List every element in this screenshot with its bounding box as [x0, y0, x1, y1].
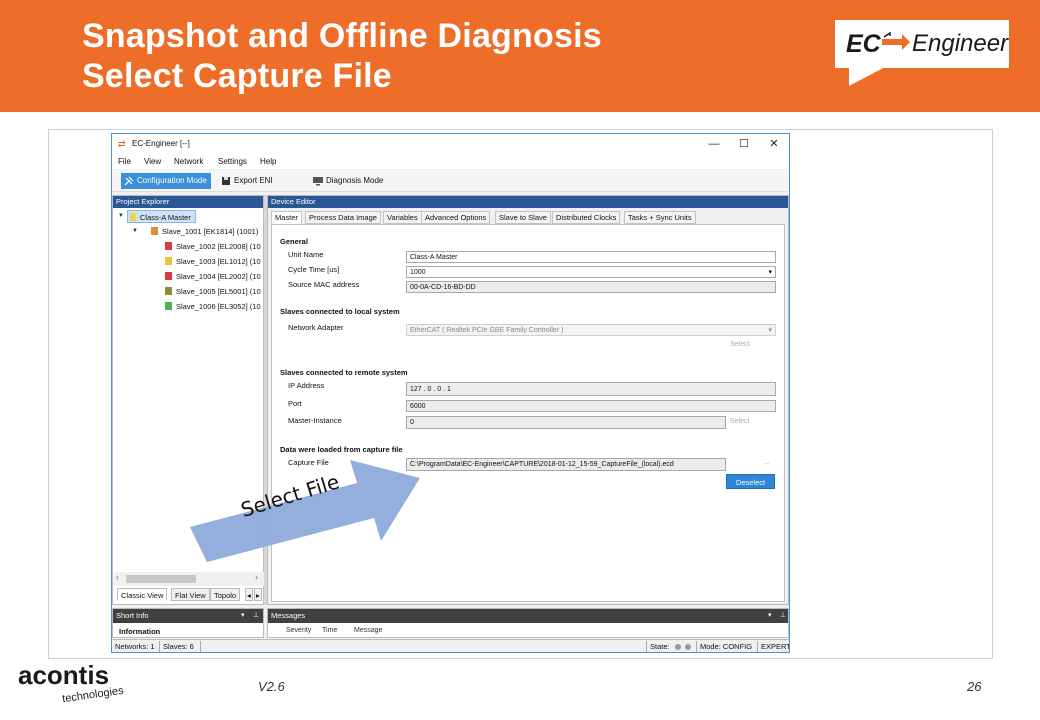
acontis-logo: acontis: [18, 660, 110, 690]
page-number: 26: [967, 679, 982, 694]
slide: Snapshot and Offline Diagnosis Select Ca…: [0, 0, 1040, 720]
select-file-arrow: [190, 460, 420, 562]
version-label: V2.6: [258, 679, 285, 694]
